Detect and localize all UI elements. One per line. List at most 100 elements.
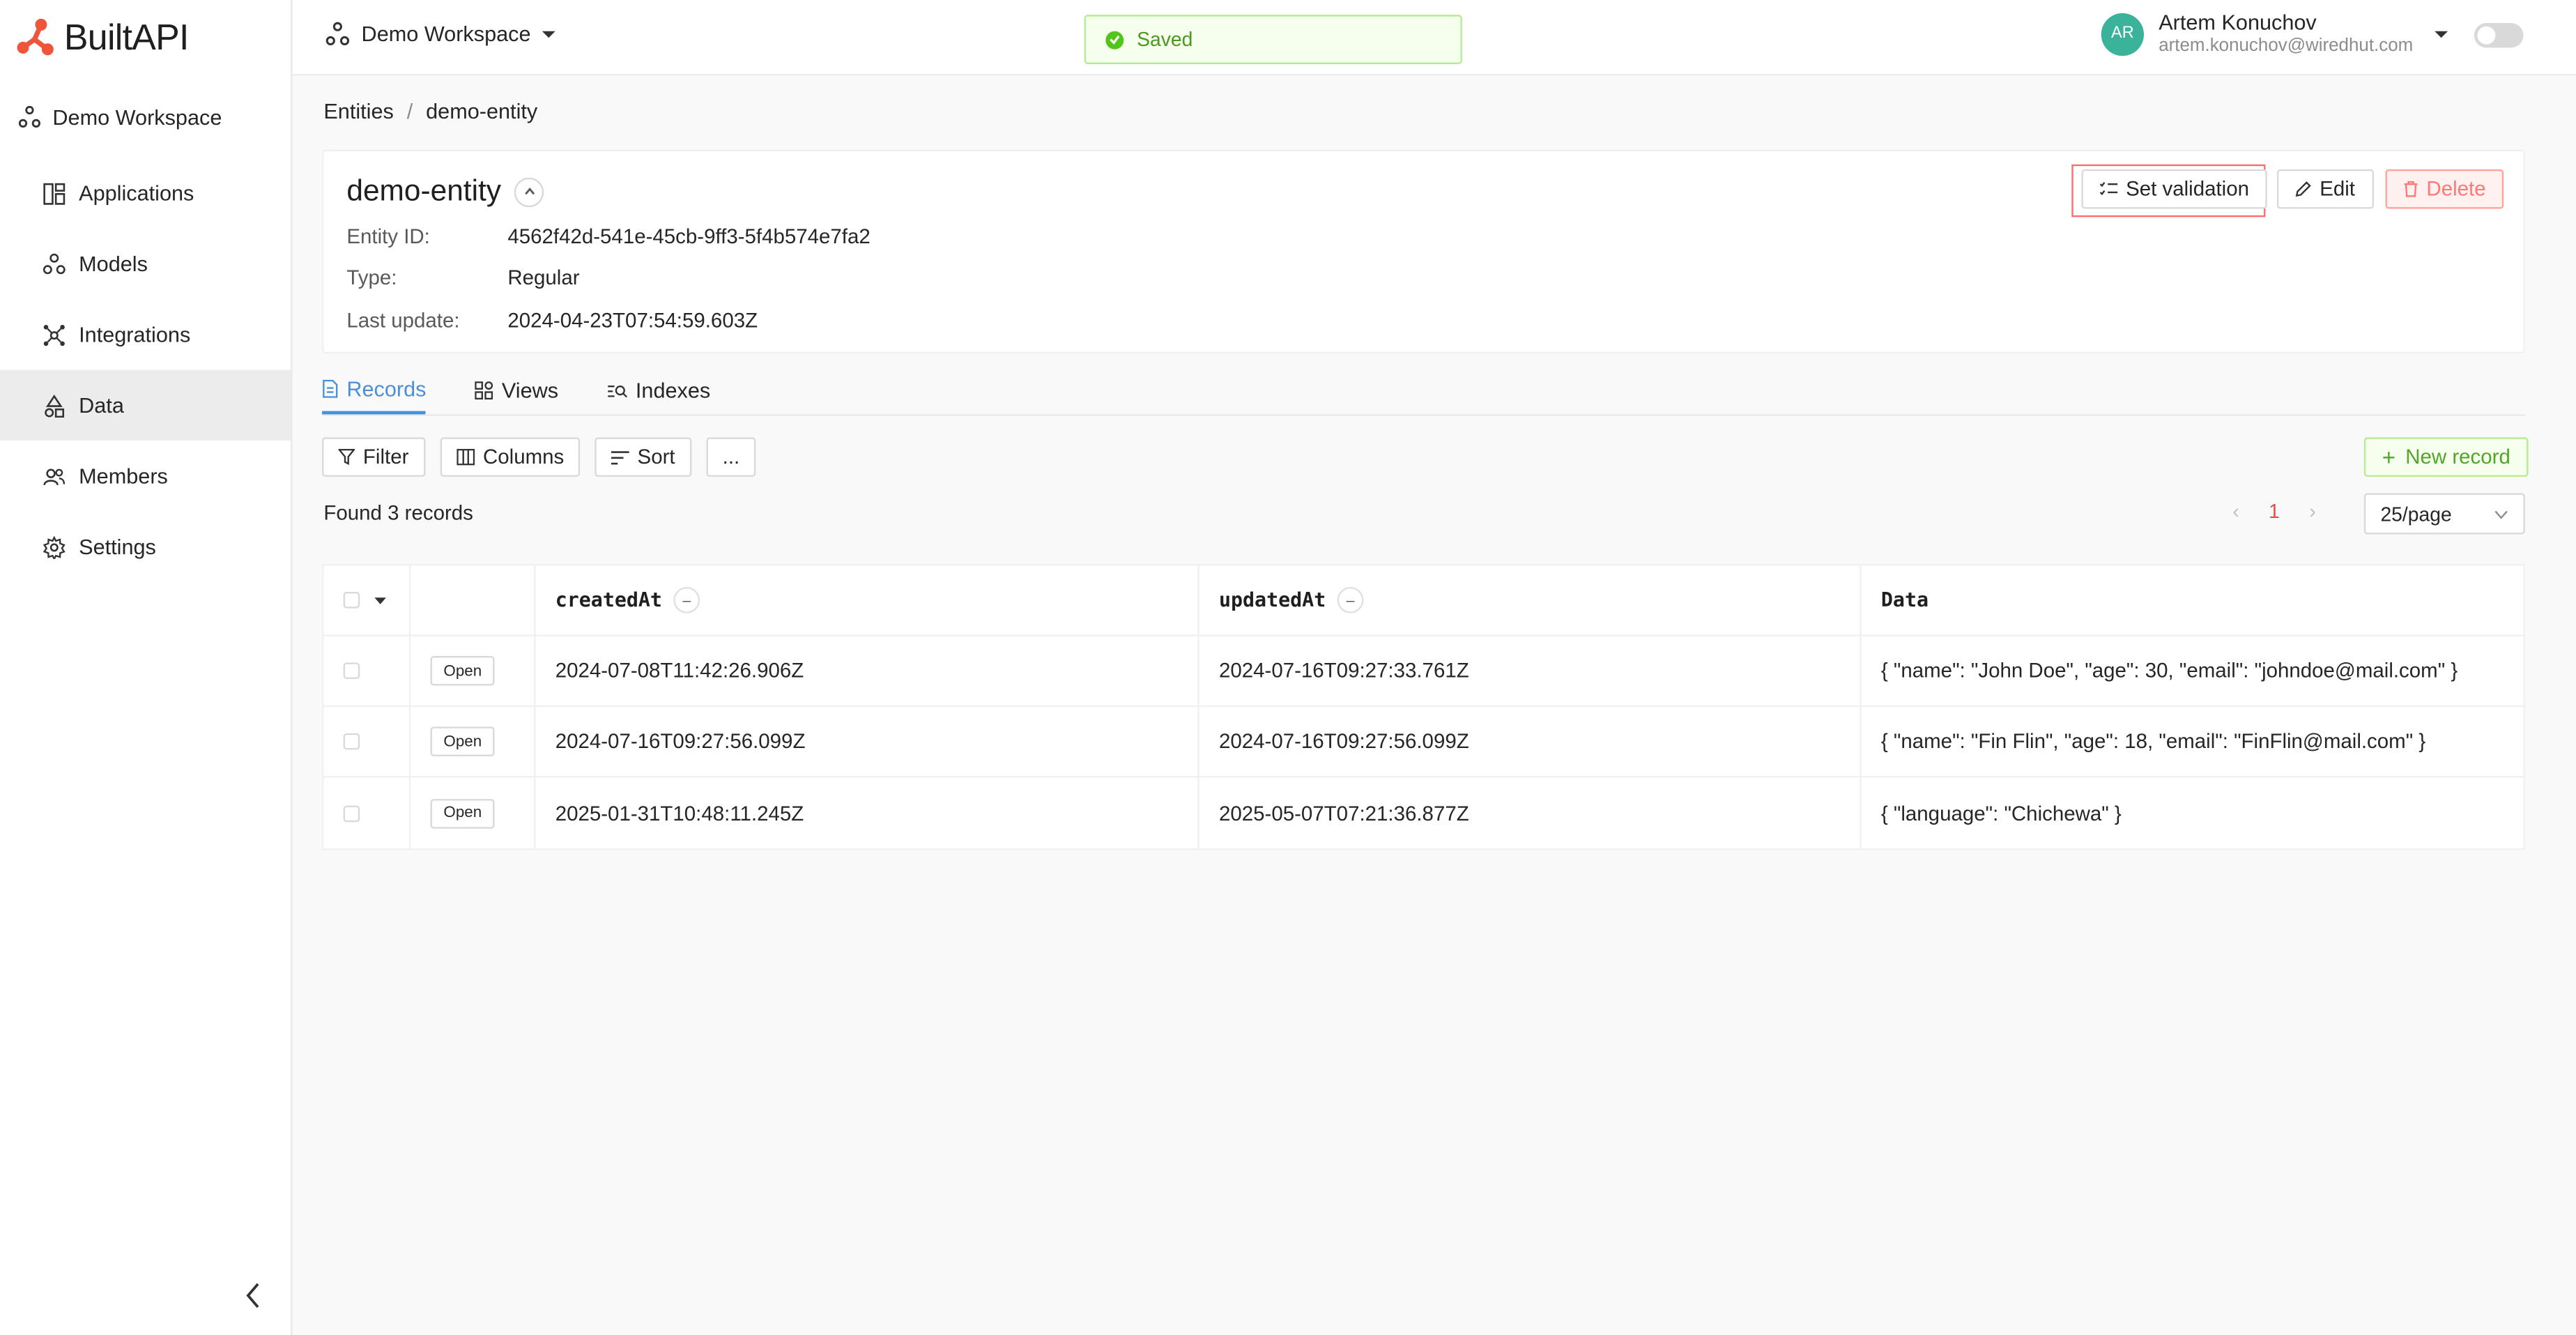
sort-icon — [611, 450, 629, 464]
sidebar-item-label: Models — [79, 251, 148, 277]
main-content: Demo Workspace Saved AR Artem Konuchov a… — [292, 0, 2576, 1335]
tab-views[interactable]: Views — [475, 367, 558, 414]
data-icon — [45, 393, 65, 417]
caret-down-icon — [542, 30, 555, 38]
user-menu[interactable]: AR Artem Konuchov artem.konuchov@wiredhu… — [2101, 10, 2448, 57]
sidebar-item-models[interactable]: Models — [0, 229, 291, 299]
column-header-data: Data — [1862, 565, 2524, 634]
breadcrumb-separator: / — [406, 98, 413, 123]
action-header — [411, 565, 536, 635]
caret-down-icon — [2434, 30, 2448, 38]
set-validation-button[interactable]: Set validation — [2081, 169, 2267, 209]
row-action-cell: Open — [411, 707, 536, 777]
breadcrumb-entities[interactable]: Entities — [323, 99, 394, 123]
entity-last-update-value: 2024-04-23T07:54:59.603Z — [507, 309, 758, 333]
sidebar: BuiltAPI Demo Workspace Applications Mod… — [0, 0, 293, 1335]
prev-page-icon[interactable]: ‹ — [2232, 500, 2239, 523]
column-header-label: Data — [1880, 588, 1929, 612]
tab-label: Records — [346, 376, 427, 402]
info-label: Type: — [346, 266, 397, 290]
cell-createdAt: 2024-07-08T11:42:26.906Z — [535, 636, 1199, 705]
checklist-icon — [2099, 182, 2118, 196]
open-record-button[interactable]: Open — [430, 656, 496, 686]
toast-message: Saved — [1137, 28, 1193, 52]
open-record-button[interactable]: Open — [430, 726, 496, 756]
tab-records[interactable]: Records — [321, 367, 427, 415]
cell-updatedAt: 2024-07-16T09:27:33.761Z — [1199, 636, 1862, 705]
sidebar-item-members[interactable]: Members — [0, 441, 291, 511]
tab-label: Views — [501, 378, 559, 403]
row-action-cell: Open — [411, 777, 536, 848]
models-icon — [43, 252, 66, 274]
sidebar-workspace-label: Demo Workspace — [52, 104, 222, 130]
remove-column-button[interactable]: – — [673, 586, 700, 613]
trash-icon — [2404, 181, 2418, 197]
sidebar-workspace[interactable]: Demo Workspace — [0, 75, 291, 158]
table-row: Open 2024-07-16T09:27:56.099Z 2024-07-16… — [323, 707, 2524, 778]
tab-indexes[interactable]: Indexes — [607, 367, 710, 414]
search-list-icon — [607, 384, 627, 397]
table-row: Open 2025-01-31T10:48:11.245Z 2025-05-07… — [323, 777, 2523, 848]
applications-icon — [43, 182, 66, 204]
cell-updatedAt: 2025-05-07T07:21:36.877Z — [1199, 777, 1862, 848]
sidebar-item-integrations[interactable]: Integrations — [0, 299, 291, 369]
row-select-cell — [323, 707, 411, 777]
sidebar-item-label: Members — [79, 464, 168, 489]
current-page[interactable]: 1 — [2269, 500, 2280, 523]
cell-createdAt: 2025-01-31T10:48:11.245Z — [535, 777, 1199, 848]
new-record-button[interactable]: + New record — [2363, 437, 2529, 477]
entity-title: demo-entity — [346, 174, 544, 209]
chevron-left-icon — [246, 1283, 259, 1309]
breadcrumb: Entities / demo-entity — [323, 99, 537, 123]
remove-column-button[interactable]: – — [1337, 586, 1364, 613]
workspace-selector[interactable]: Demo Workspace — [325, 22, 555, 46]
table-header: createdAt – updatedAt – Data — [323, 565, 2524, 636]
sort-button[interactable]: Sort — [595, 437, 692, 477]
sidebar-item-data[interactable]: Data — [0, 369, 291, 441]
builtapi-logo-icon — [17, 18, 54, 56]
breadcrumb-current: demo-entity — [426, 98, 538, 123]
caret-down-icon[interactable] — [374, 596, 386, 604]
entity-id-value: 4562f42d-541e-45cb-9ff3-5f4b574e7fa2 — [507, 225, 871, 249]
delete-button[interactable]: Delete — [2385, 169, 2504, 209]
sidebar-item-applications[interactable]: Applications — [0, 158, 291, 228]
set-validation-label: Set validation — [2126, 177, 2250, 201]
avatar: AR — [2101, 12, 2145, 56]
edit-button[interactable]: Edit — [2276, 169, 2373, 209]
cell-data: { "name": "John Doe", "age": 30, "email"… — [1880, 659, 2458, 682]
columns-button[interactable]: Columns — [440, 437, 581, 477]
page-size-select[interactable]: 25/page — [2363, 493, 2525, 535]
records-table: createdAt – updatedAt – Data Open 2024-0… — [321, 563, 2525, 850]
select-all-checkbox[interactable] — [343, 592, 360, 609]
sidebar-item-settings[interactable]: Settings — [0, 511, 291, 581]
column-header-createdAt: createdAt – — [535, 565, 1199, 635]
filter-icon — [338, 448, 355, 465]
filter-button[interactable]: Filter — [321, 437, 425, 477]
tabs: Records Views Indexes — [321, 367, 2525, 416]
new-record-label: New record — [2405, 445, 2510, 469]
logo-text: BuiltAPI — [63, 16, 190, 58]
entity-card: demo-entity Entity ID: 4562f42d-541e-45c… — [321, 149, 2525, 354]
integrations-icon — [43, 323, 65, 346]
more-label: ... — [722, 445, 740, 469]
row-checkbox[interactable] — [343, 804, 360, 822]
saved-toast: Saved — [1084, 15, 1462, 64]
column-header-updatedAt: updatedAt – — [1199, 565, 1862, 635]
logo[interactable]: BuiltAPI — [0, 0, 291, 75]
collapse-sidebar-button[interactable] — [240, 1279, 266, 1312]
entity-last-update-row: Last update: 2024-04-23T07:54:59.603Z — [346, 309, 758, 332]
collapse-details-button[interactable] — [514, 176, 544, 206]
open-record-button[interactable]: Open — [430, 798, 496, 828]
row-checkbox[interactable] — [343, 733, 360, 750]
columns-icon — [457, 448, 475, 466]
theme-toggle[interactable] — [2474, 23, 2524, 48]
next-page-icon[interactable]: › — [2309, 500, 2315, 523]
row-checkbox[interactable] — [343, 662, 360, 680]
topbar: Demo Workspace Saved AR Artem Konuchov a… — [292, 0, 2576, 76]
columns-label: Columns — [482, 445, 565, 469]
document-icon — [323, 379, 338, 398]
sidebar-item-label: Data — [79, 392, 124, 418]
workspace-icon — [18, 105, 40, 128]
more-button[interactable]: ... — [706, 437, 756, 477]
filter-label: Filter — [362, 445, 409, 469]
